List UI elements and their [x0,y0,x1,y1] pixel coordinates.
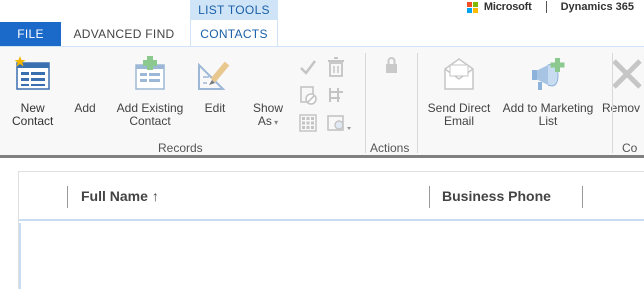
edit-button[interactable]: Edit [194,55,236,115]
grid-body[interactable] [19,223,644,289]
brand-separator [545,1,547,13]
brand-company: Microsoft [483,1,532,13]
edit-label: Edit [204,101,226,115]
column-header-business-phone[interactable]: Business Phone [442,188,551,204]
email-icon [439,55,479,95]
add-to-marketing-list-button[interactable]: Add to Marketing List [496,55,600,128]
contextual-group-list-tools: LIST TOOLS [190,0,278,20]
send-direct-email-button[interactable]: Send Direct Email [424,55,494,128]
group-label-actions: Actions [370,141,410,155]
contacts-grid: Full Name ↑ Business Phone [18,171,644,289]
lock-icon[interactable] [382,55,402,75]
remove-icon [610,55,644,95]
column-header-full-name-label: Full Name [81,188,148,204]
merge-icon[interactable] [326,85,346,105]
show-as-text: Show As [252,101,284,128]
column-divider[interactable] [582,186,583,208]
send-direct-email-label: Send Direct Email [427,101,491,128]
show-as-button[interactable]: Show As ▾ [248,55,288,129]
microsoft-logo-icon [466,1,478,13]
new-contact-icon [13,55,53,95]
chevron-down-icon: ▾ [271,118,279,127]
subgrid-area: Full Name ↑ Business Phone [0,161,644,289]
marketing-list-icon [528,55,568,95]
deactivate-icon[interactable] [298,85,318,105]
new-contact-button[interactable]: New Contact [12,55,53,128]
column-divider[interactable] [429,186,430,208]
column-divider[interactable] [67,186,68,208]
column-header-full-name[interactable]: Full Name ↑ [81,188,159,204]
add-to-marketing-list-label: Add to Marketing List [502,101,594,128]
grid-header: Full Name ↑ Business Phone [19,172,644,221]
add-label: Add [74,101,96,115]
run-workflow-icon[interactable] [326,113,356,133]
brand-bar: Microsoft Dynamics 365 [466,0,644,14]
group-separator [417,53,418,153]
ribbon: New Contact Add Add Existing Contact Edi… [0,46,644,158]
group-label-records: Records [158,141,203,155]
group-separator [365,53,366,153]
ribbon-tab-strip: FILE ADVANCED FIND LIST TOOLS CONTACTS M… [0,0,644,47]
remove-label: Remov [602,101,641,115]
new-contact-label: New Contact [12,101,54,128]
checkmark-icon[interactable] [298,57,318,77]
group-separator [612,53,613,153]
delete-icon[interactable] [326,57,346,77]
show-as-label: Show As ▾ [253,102,283,129]
grid-view-icon[interactable] [298,113,318,133]
add-existing-contact-button[interactable]: Add Existing Contact [112,55,188,128]
add-existing-contact-label: Add Existing Contact [116,101,184,128]
tab-contacts[interactable]: CONTACTS [190,20,278,47]
sort-ascending-icon: ↑ [151,188,159,204]
remove-button[interactable]: Remov [602,55,644,115]
add-existing-icon [130,55,170,95]
tab-advanced-find[interactable]: ADVANCED FIND [64,22,184,46]
group-label-collaborate: Co [622,141,638,155]
add-button[interactable]: Add [68,55,102,115]
brand-product: Dynamics 365 [560,1,634,13]
edit-icon [195,55,235,95]
tab-file[interactable]: FILE [0,22,61,46]
